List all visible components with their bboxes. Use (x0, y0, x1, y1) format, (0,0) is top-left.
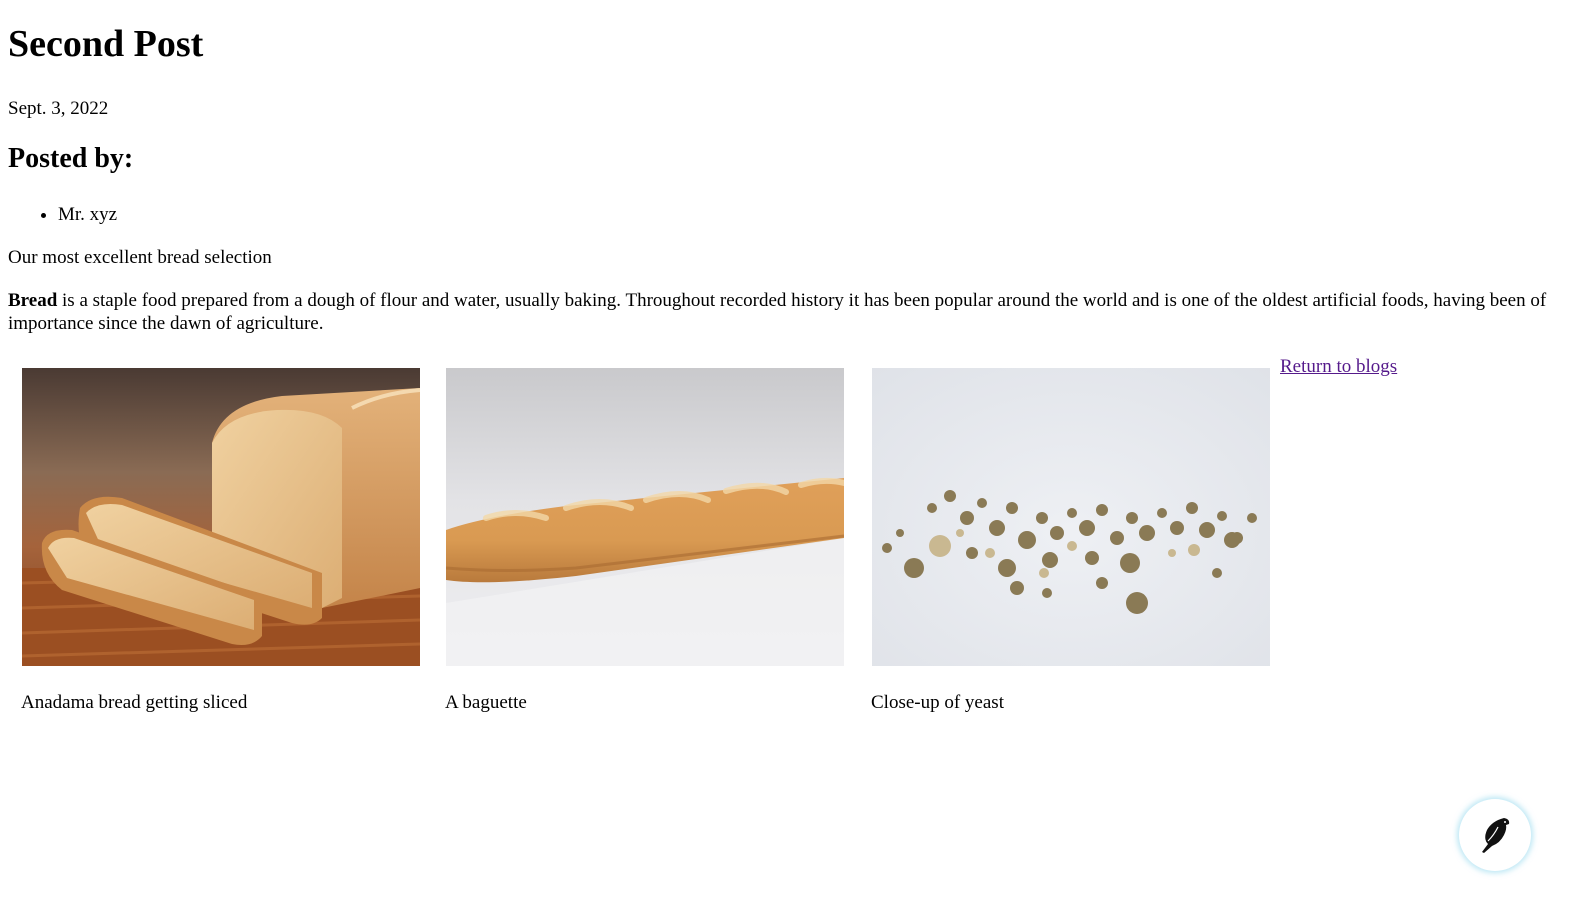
gallery-caption: A baguette (445, 692, 527, 713)
gallery-caption: Anadama bread getting sliced (21, 692, 248, 713)
yeast-photo (872, 368, 1270, 666)
chat-widget-button[interactable] (1459, 799, 1531, 871)
author-item: Mr. xyz (58, 203, 117, 226)
post-date: Sept. 3, 2022 (8, 98, 109, 119)
blog-post-page: Second Post Sept. 3, 2022 Posted by: Mr.… (0, 0, 1572, 910)
post-body-bold: Bread (8, 290, 58, 311)
gallery-figure-bread: Anadama bread getting sliced (21, 368, 422, 713)
post-tagline: Our most excellent bread selection (8, 247, 272, 268)
baguette-photo (446, 368, 844, 666)
post-title: Second Post (8, 23, 204, 65)
author-list: Mr. xyz (8, 203, 117, 226)
gallery-caption: Close-up of yeast (871, 692, 1004, 713)
post-body: Bread is a staple food prepared from a d… (8, 289, 1564, 335)
gallery-figure-yeast: Close-up of yeast (871, 368, 1272, 713)
bread-loaf-photo (22, 368, 420, 666)
bird-logo-icon (1482, 818, 1510, 853)
posted-by-heading: Posted by: (8, 143, 134, 174)
post-body-text: is a staple food prepared from a dough o… (8, 290, 1547, 335)
return-to-blogs-link[interactable]: Return to blogs (1280, 355, 1397, 378)
gallery-figure-baguette: A baguette (445, 368, 846, 713)
